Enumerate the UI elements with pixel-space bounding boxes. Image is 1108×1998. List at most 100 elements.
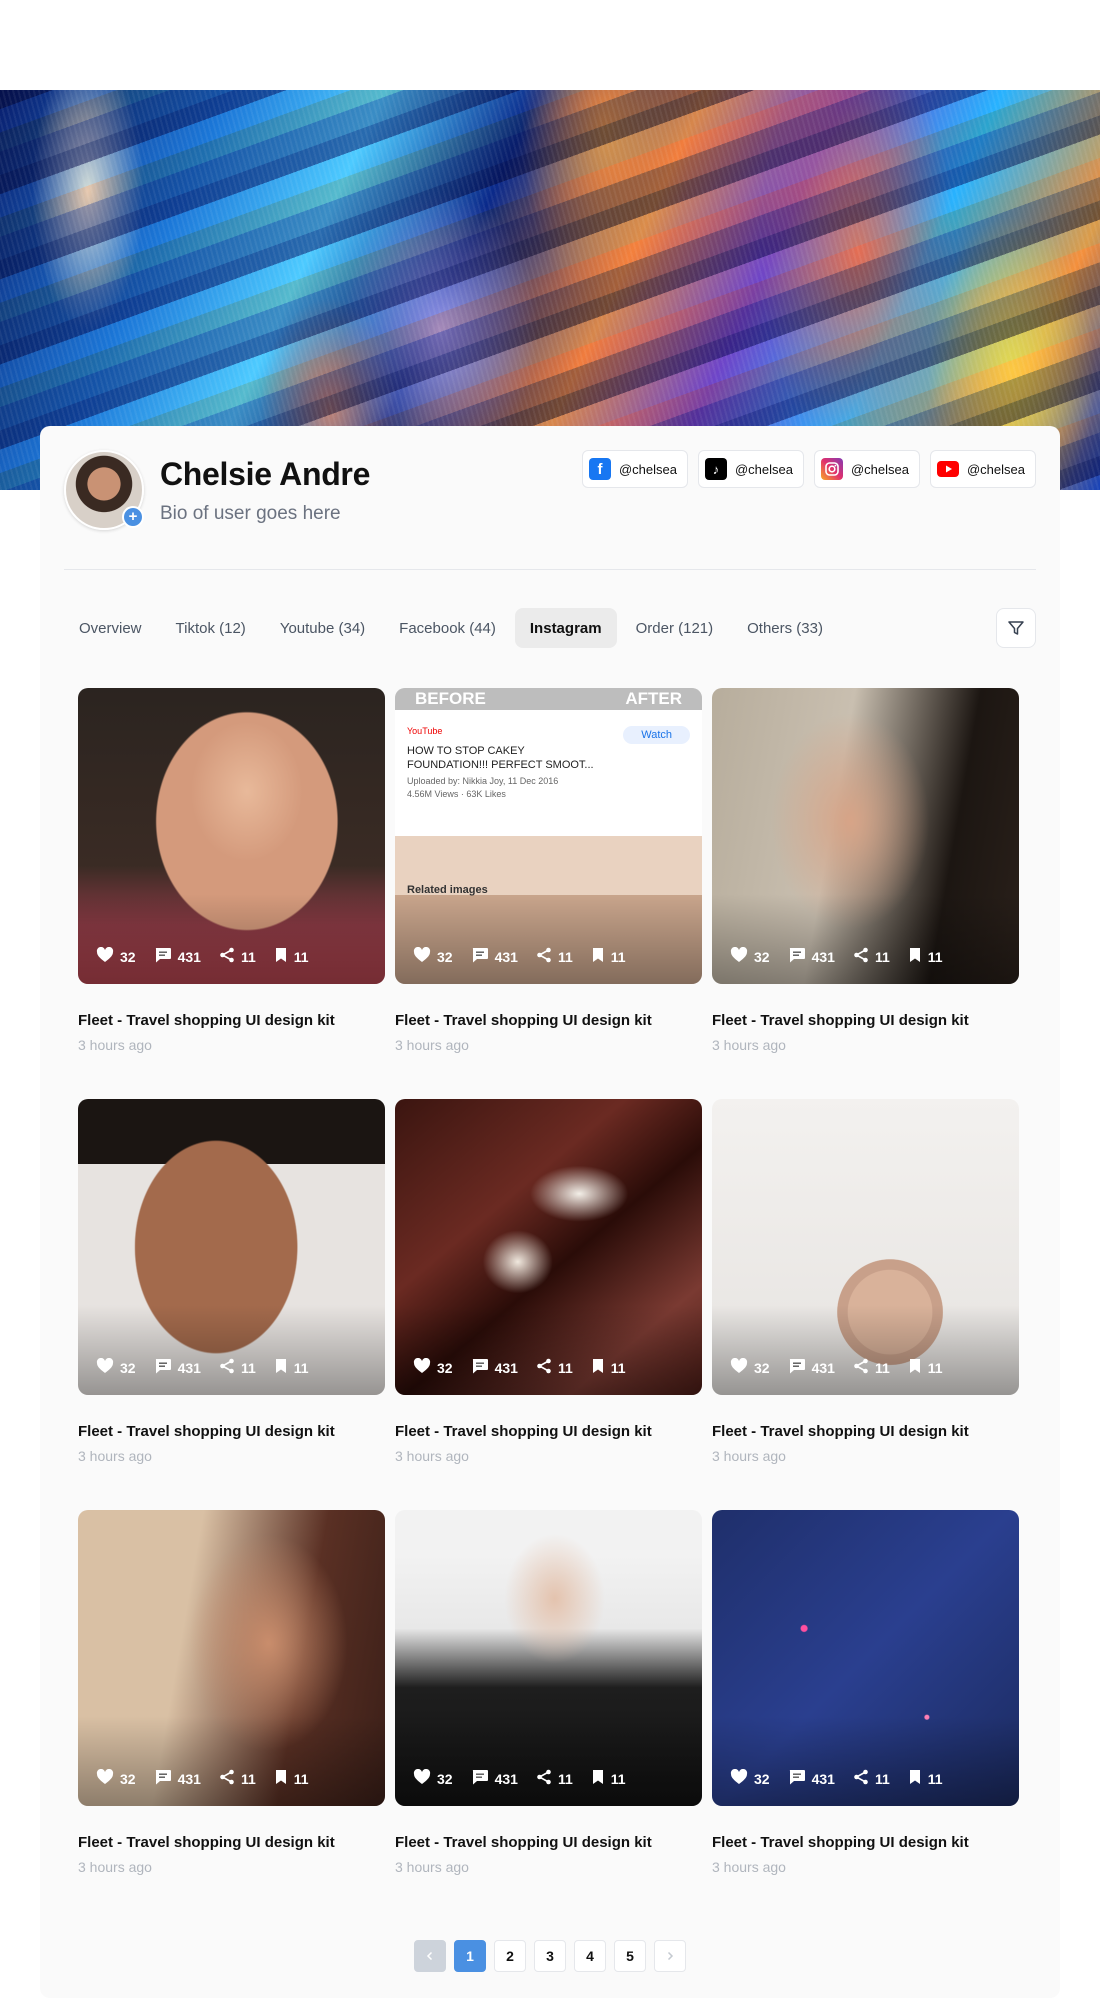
shares-stat[interactable]: 11 — [536, 1358, 573, 1377]
page-button[interactable]: 5 — [614, 1940, 646, 1972]
social-instagram[interactable]: @chelsea — [813, 450, 920, 488]
post-title[interactable]: Fleet - Travel shopping UI design kit — [78, 1834, 385, 1851]
page-button[interactable]: 2 — [494, 1940, 526, 1972]
comments-stat[interactable]: 431 — [154, 1358, 201, 1377]
comments-count: 431 — [494, 948, 518, 965]
post-title[interactable]: Fleet - Travel shopping UI design kit — [712, 1423, 1019, 1440]
saves-count: 11 — [610, 1770, 626, 1787]
post-thumbnail[interactable]: 32 431 11 11 — [395, 1510, 702, 1806]
post-thumbnail[interactable]: 32 431 11 11 — [712, 1510, 1019, 1806]
post-thumbnail[interactable]: 32 431 11 11 — [712, 688, 1019, 984]
comments-stat[interactable]: 431 — [471, 947, 518, 966]
shares-stat[interactable]: 11 — [536, 1769, 573, 1788]
tab-order[interactable]: Order (121) — [621, 608, 729, 648]
shares-stat[interactable]: 11 — [853, 1358, 890, 1377]
saves-count: 11 — [927, 1770, 943, 1787]
likes-stat[interactable]: 32 — [413, 1357, 453, 1377]
likes-stat[interactable]: 32 — [730, 1768, 770, 1788]
saves-stat[interactable]: 11 — [591, 947, 626, 966]
share-icon — [536, 1769, 552, 1788]
comments-stat[interactable]: 431 — [154, 947, 201, 966]
likes-stat[interactable]: 32 — [96, 946, 136, 966]
tab-facebook[interactable]: Facebook (44) — [384, 608, 511, 648]
bookmark-icon — [591, 1358, 605, 1377]
comments-stat[interactable]: 431 — [788, 1358, 835, 1377]
comments-stat[interactable]: 431 — [471, 1358, 518, 1377]
bookmark-icon — [908, 1358, 922, 1377]
shares-count: 11 — [240, 948, 256, 965]
post-title[interactable]: Fleet - Travel shopping UI design kit — [78, 1423, 385, 1440]
social-youtube[interactable]: @chelsea — [929, 450, 1036, 488]
page-button[interactable]: 1 — [454, 1940, 486, 1972]
likes-stat[interactable]: 32 — [96, 1357, 136, 1377]
tab-tiktok[interactable]: Tiktok (12) — [161, 608, 261, 648]
avatar[interactable]: + — [64, 450, 144, 530]
comments-stat[interactable]: 431 — [154, 1769, 201, 1788]
likes-stat[interactable]: 32 — [413, 1768, 453, 1788]
heart-icon — [96, 1357, 114, 1377]
post-thumbnail[interactable]: BEFORE AFTER YouTube Watch HOW TO STOP CAKEY… — [395, 688, 702, 984]
post-thumbnail[interactable]: 32 431 11 11 — [395, 1099, 702, 1395]
comments-stat[interactable]: 431 — [471, 1769, 518, 1788]
share-icon — [219, 1769, 235, 1788]
shares-stat[interactable]: 11 — [853, 1769, 890, 1788]
post-card[interactable]: 32 431 11 11 Fleet - Travel shopping UI desi… — [395, 1099, 702, 1464]
tab-youtube[interactable]: Youtube (34) — [265, 608, 380, 648]
likes-stat[interactable]: 32 — [413, 946, 453, 966]
bookmark-icon — [908, 947, 922, 966]
saves-stat[interactable]: 11 — [274, 947, 309, 966]
filter-button[interactable] — [996, 608, 1036, 648]
post-card[interactable]: 32 431 11 11 Fleet - Travel shopping UI desi… — [712, 688, 1019, 1053]
post-title[interactable]: Fleet - Travel shopping UI design kit — [395, 1012, 702, 1029]
page-button[interactable]: 4 — [574, 1940, 606, 1972]
post-title[interactable]: Fleet - Travel shopping UI design kit — [395, 1423, 702, 1440]
saves-stat[interactable]: 11 — [908, 1769, 943, 1788]
post-title[interactable]: Fleet - Travel shopping UI design kit — [395, 1834, 702, 1851]
post-title[interactable]: Fleet - Travel shopping UI design kit — [712, 1012, 1019, 1029]
social-tiktok[interactable]: ♪ @chelsea — [697, 450, 804, 488]
next-page-button[interactable] — [654, 1940, 686, 1972]
shares-stat[interactable]: 11 — [853, 947, 890, 966]
bookmark-icon — [274, 1769, 288, 1788]
profile-name: Chelsie Andre — [160, 455, 371, 492]
add-avatar-icon[interactable]: + — [122, 506, 144, 528]
post-card[interactable]: 32 431 11 11 Fleet - Travel shopping UI desi… — [712, 1099, 1019, 1464]
post-title[interactable]: Fleet - Travel shopping UI design kit — [78, 1012, 385, 1029]
saves-stat[interactable]: 11 — [591, 1769, 626, 1788]
post-card[interactable]: 32 431 11 11 Fleet - Travel shopping UI desi… — [712, 1510, 1019, 1875]
post-thumbnail[interactable]: 32 431 11 11 — [78, 1510, 385, 1806]
chevron-right-icon — [667, 1951, 674, 1961]
tab-overview[interactable]: Overview — [64, 608, 157, 648]
post-time: 3 hours ago — [395, 1859, 469, 1875]
shares-stat[interactable]: 11 — [536, 947, 573, 966]
post-thumbnail[interactable]: 32 431 11 11 — [712, 1099, 1019, 1395]
saves-stat[interactable]: 11 — [591, 1358, 626, 1377]
social-facebook[interactable]: f @chelsea — [581, 450, 688, 488]
post-title[interactable]: Fleet - Travel shopping UI design kit — [712, 1834, 1019, 1851]
post-card[interactable]: 32 431 11 11 Fleet - Travel shopping UI desi… — [78, 1099, 385, 1464]
post-card[interactable]: 32 431 11 11 Fleet - Travel shopping UI desi… — [78, 688, 385, 1053]
instagram-icon — [820, 458, 843, 480]
tab-others[interactable]: Others (33) — [732, 608, 838, 648]
likes-stat[interactable]: 32 — [730, 946, 770, 966]
page-button[interactable]: 3 — [534, 1940, 566, 1972]
shares-stat[interactable]: 11 — [219, 947, 256, 966]
prev-page-button[interactable] — [414, 1940, 446, 1972]
likes-stat[interactable]: 32 — [730, 1357, 770, 1377]
saves-stat[interactable]: 11 — [274, 1769, 309, 1788]
saves-stat[interactable]: 11 — [908, 1358, 943, 1377]
likes-stat[interactable]: 32 — [96, 1768, 136, 1788]
post-card[interactable]: BEFORE AFTER YouTube Watch HOW TO STOP CAKEY… — [395, 688, 702, 1053]
tab-instagram[interactable]: Instagram — [514, 608, 617, 648]
shares-stat[interactable]: 11 — [219, 1769, 256, 1788]
post-thumbnail[interactable]: 32 431 11 11 — [78, 688, 385, 984]
saves-stat[interactable]: 11 — [908, 947, 943, 966]
comments-stat[interactable]: 431 — [788, 1769, 835, 1788]
saves-stat[interactable]: 11 — [274, 1358, 309, 1377]
shares-stat[interactable]: 11 — [219, 1358, 256, 1377]
post-grid: 32 431 11 11 Fleet - Travel shopping UI desi… — [78, 688, 1019, 1875]
post-thumbnail[interactable]: 32 431 11 11 — [78, 1099, 385, 1395]
post-card[interactable]: 32 431 11 11 Fleet - Travel shopping UI desi… — [78, 1510, 385, 1875]
comments-stat[interactable]: 431 — [788, 947, 835, 966]
post-card[interactable]: 32 431 11 11 Fleet - Travel shopping UI desi… — [395, 1510, 702, 1875]
